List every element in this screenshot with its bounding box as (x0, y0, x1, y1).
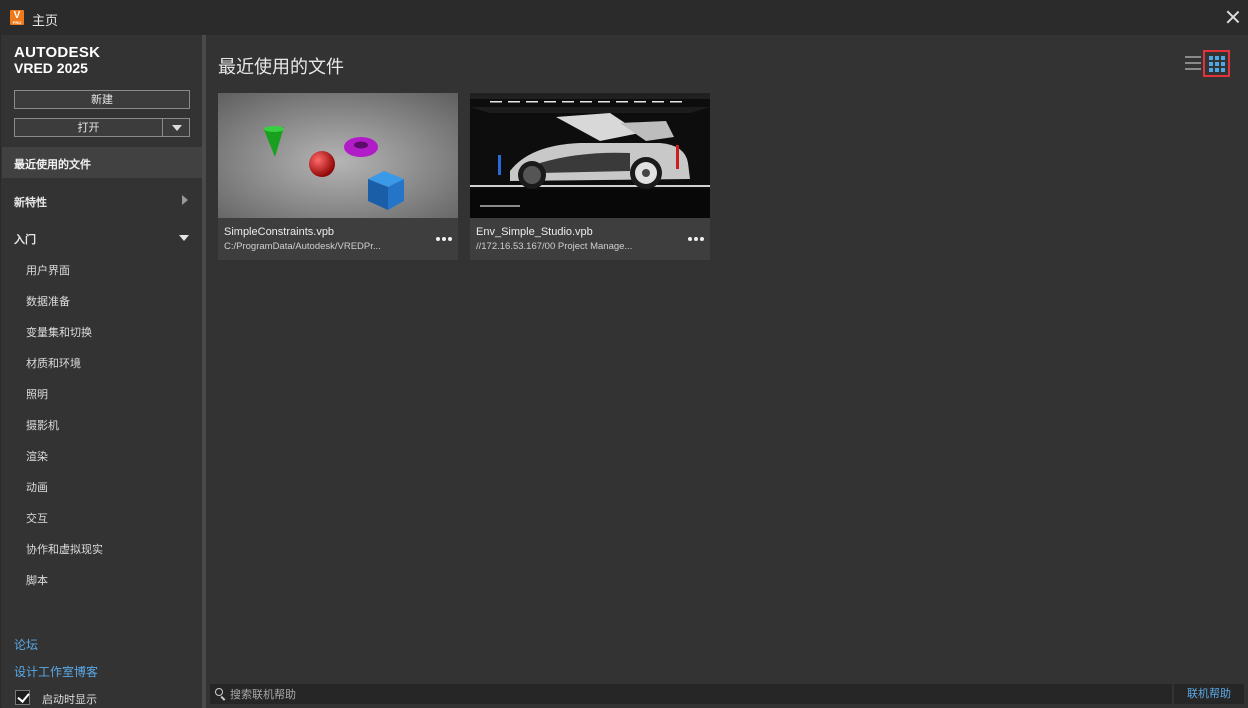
new-button[interactable]: 新建 (14, 90, 190, 109)
nav-whats-new[interactable]: 新特性 (14, 194, 47, 210)
search-input[interactable] (230, 686, 1160, 702)
main-panel: 最近使用的文件 SimpleConstraints.vpb C:/Program… (206, 35, 1248, 708)
window-title: 主页 (32, 14, 59, 29)
design-studio-blog-link[interactable]: 设计工作室博客 (14, 663, 98, 680)
nav-item-scripting[interactable]: 脚本 (26, 572, 48, 588)
recent-file-card[interactable]: Env_Simple_Studio.vpb //172.16.53.167/00… (470, 93, 710, 260)
close-icon[interactable] (1225, 9, 1241, 25)
file-path: //172.16.53.167/00 Project Manage... (476, 241, 633, 252)
page-title: 最近使用的文件 (218, 57, 344, 78)
open-button[interactable]: 打开 (14, 118, 163, 137)
file-name: Env_Simple_Studio.vpb (476, 226, 593, 238)
nav-item-user-interface[interactable]: 用户界面 (26, 262, 70, 278)
grid-view-icon[interactable] (1203, 50, 1230, 77)
chevron-down-icon[interactable] (179, 235, 189, 241)
show-on-startup-label: 启动时显示 (42, 693, 97, 706)
open-dropdown-button[interactable] (162, 118, 190, 137)
vred-app-icon: V PRO (10, 10, 24, 25)
chevron-right-icon[interactable] (182, 195, 188, 205)
file-thumbnail[interactable] (218, 93, 458, 218)
show-on-startup-checkbox[interactable] (15, 690, 30, 705)
nav-recent-files[interactable]: 最近使用的文件 (2, 147, 202, 178)
nav-item-cameras[interactable]: 摄影机 (26, 417, 59, 433)
online-help-button[interactable]: 联机帮助 (1174, 684, 1244, 704)
forum-link[interactable]: 论坛 (14, 636, 38, 653)
home-window: V PRO 主页 AUTODESK VRED 2025 新建 打开 最近使用的文件… (0, 0, 1248, 708)
product-name: VRED 2025 (14, 60, 88, 76)
nav-item-animation[interactable]: 动画 (26, 479, 48, 495)
help-search-bar (210, 684, 1172, 704)
title-bar: V PRO 主页 (1, 1, 1248, 35)
more-options-icon[interactable] (436, 237, 452, 243)
autodesk-logo: AUTODESK (14, 44, 101, 61)
nav-item-lighting[interactable]: 照明 (26, 386, 48, 402)
nav-item-data-prep[interactable]: 数据准备 (26, 293, 70, 309)
nav-item-variant-sets[interactable]: 变量集和切换 (26, 324, 92, 340)
file-name: SimpleConstraints.vpb (224, 226, 335, 238)
nav-item-materials[interactable]: 材质和环境 (26, 355, 81, 371)
file-thumbnail[interactable] (470, 93, 710, 218)
nav-item-rendering[interactable]: 渲染 (26, 448, 48, 464)
nav-item-interaction[interactable]: 交互 (26, 510, 48, 526)
list-view-icon[interactable] (1185, 56, 1201, 70)
nav-recent-files-label: 最近使用的文件 (14, 158, 91, 171)
sidebar: AUTODESK VRED 2025 新建 打开 最近使用的文件 新特性 入门 … (2, 35, 202, 708)
file-path: C:/ProgramData/Autodesk/VREDPr... (224, 241, 381, 252)
recent-file-card[interactable]: SimpleConstraints.vpb C:/ProgramData/Aut… (218, 93, 458, 260)
search-icon (215, 688, 223, 696)
more-options-icon[interactable] (688, 237, 704, 243)
nav-getting-started[interactable]: 入门 (14, 231, 36, 247)
nav-item-collab-vr[interactable]: 协作和虚拟现实 (26, 541, 103, 557)
